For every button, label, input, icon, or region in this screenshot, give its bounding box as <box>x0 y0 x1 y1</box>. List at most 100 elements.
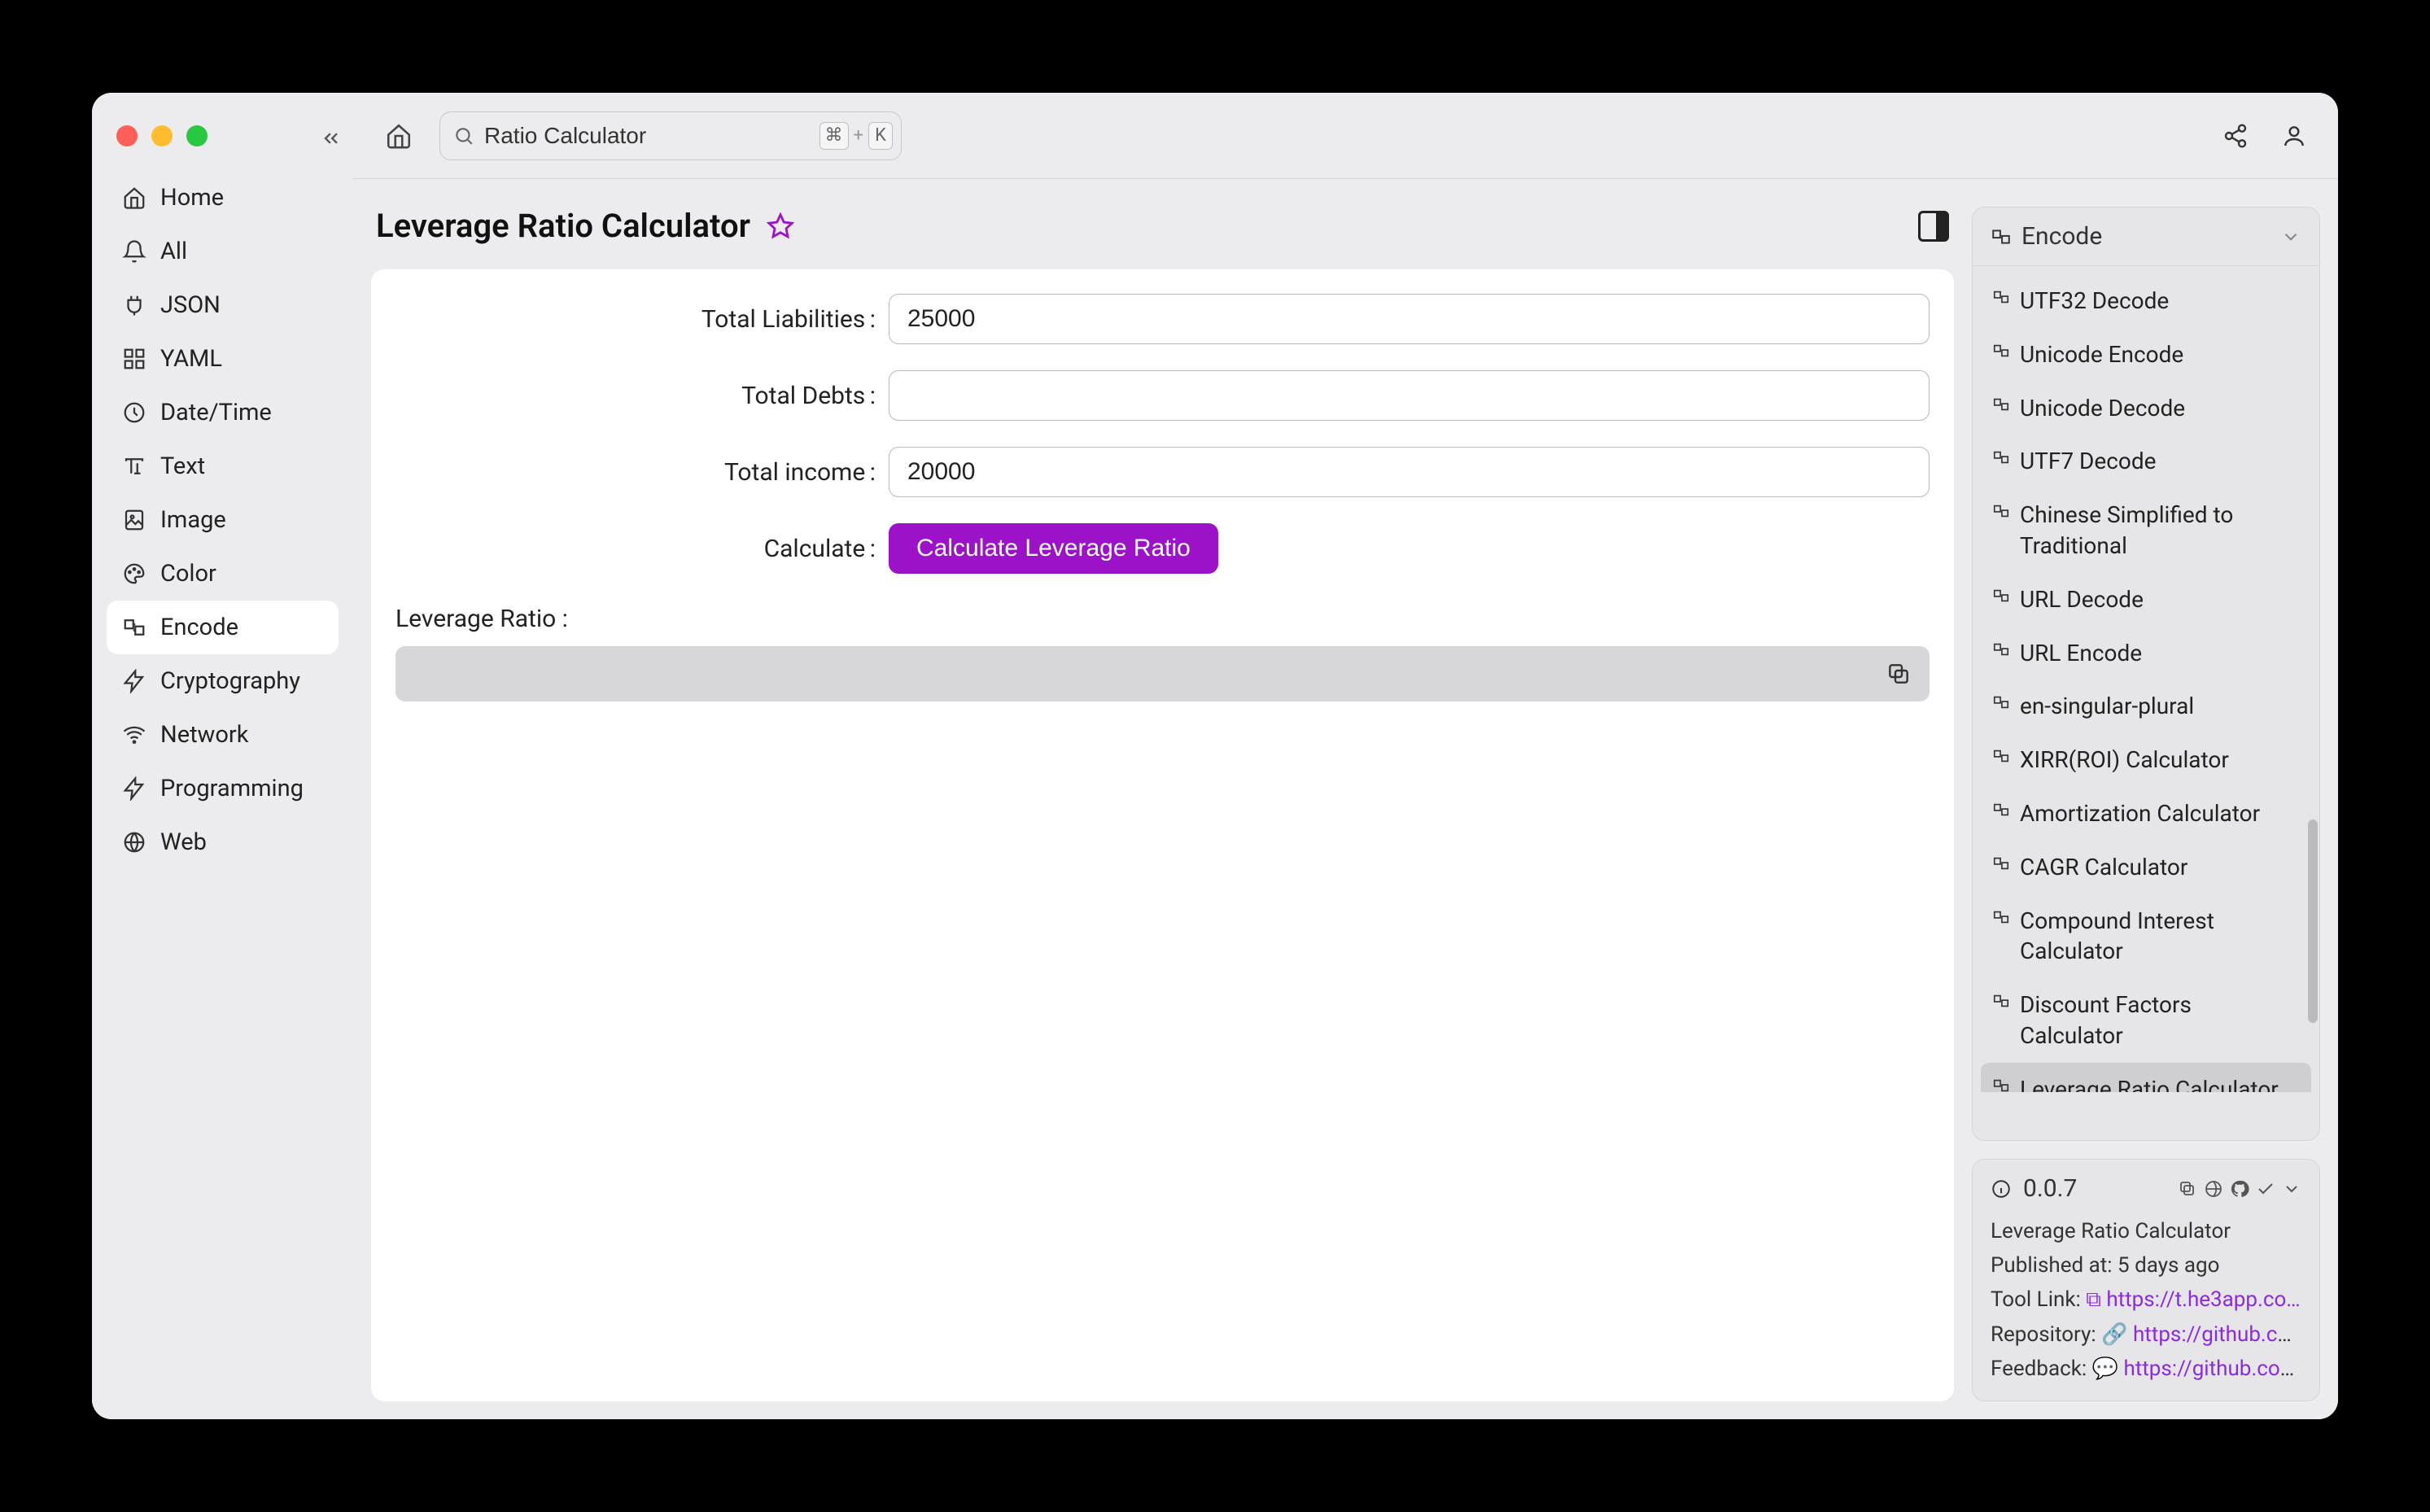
encode-icon <box>1991 226 2012 247</box>
type-icon <box>121 454 147 479</box>
tool-item-label: Amortization Calculator <box>2020 798 2260 829</box>
zap-icon <box>121 776 147 801</box>
tool-item-label: Chinese Simplified to Traditional <box>2020 500 2300 562</box>
nav-item-encode[interactable]: Encode <box>107 601 339 654</box>
nav-item-programming[interactable]: Programming <box>107 762 339 815</box>
toggle-right-panel-button[interactable] <box>1918 211 1949 242</box>
nav-label: All <box>160 238 187 265</box>
tool-item[interactable]: URL Encode <box>1981 627 2311 680</box>
encode-icon <box>1992 693 2010 711</box>
kbd-cmd: ⌘ <box>819 122 849 150</box>
favorite-button[interactable] <box>767 212 794 240</box>
grid-icon <box>121 347 147 371</box>
nav-item-network[interactable]: Network <box>107 708 339 762</box>
tool-item[interactable]: Unicode Encode <box>1981 328 2311 382</box>
main-area: ⌘ + K Leverage Ratio Calculator <box>353 93 2338 1419</box>
maximize-window-button[interactable] <box>186 125 208 146</box>
tool-item-label: CAGR Calculator <box>2020 852 2187 883</box>
nav-label: Web <box>160 828 207 856</box>
info-repository: Repository: 🔗 https://github.com… <box>1991 1318 2301 1352</box>
topbar: ⌘ + K <box>353 93 2338 179</box>
nav-item-image[interactable]: Image <box>107 493 339 547</box>
nav-item-home[interactable]: Home <box>107 171 339 225</box>
nav-item-json[interactable]: JSON <box>107 278 339 332</box>
tool-item[interactable]: UTF7 Decode <box>1981 435 2311 488</box>
minimize-window-button[interactable] <box>151 125 173 146</box>
chevron-down-icon[interactable] <box>2282 1179 2301 1199</box>
nav-label: Image <box>160 506 226 534</box>
nav-label: Text <box>160 452 205 480</box>
github-icon[interactable] <box>2230 1179 2249 1199</box>
close-window-button[interactable] <box>116 125 138 146</box>
input-total-income[interactable] <box>889 447 1930 497</box>
encode-icon <box>1992 587 2010 605</box>
nav-item-text[interactable]: Text <box>107 439 339 493</box>
tool-item[interactable]: XIRR(ROI) Calculator <box>1981 733 2311 787</box>
tool-item[interactable]: Amortization Calculator <box>1981 787 2311 841</box>
version-text: 0.0.7 <box>2023 1174 2077 1203</box>
share-button[interactable] <box>2216 116 2255 155</box>
tool-item-label: Unicode Encode <box>2020 339 2183 370</box>
tool-item-label: XIRR(ROI) Calculator <box>2020 745 2229 776</box>
tool-item-label: URL Decode <box>2020 584 2144 615</box>
tool-item[interactable]: CAGR Calculator <box>1981 841 2311 894</box>
encode-icon <box>1992 854 2010 872</box>
nav-item-datetime[interactable]: Date/Time <box>107 386 339 439</box>
tool-item[interactable]: Chinese Simplified to Traditional <box>1981 488 2311 573</box>
link-icon[interactable]: 🔗 <box>2101 1322 2127 1347</box>
tool-item[interactable]: Compound Interest Calculator <box>1981 894 2311 979</box>
label-calculate: Calculate <box>396 535 876 563</box>
input-total-debts[interactable] <box>889 370 1930 421</box>
tool-link[interactable]: https://t.he3app.co… <box>2106 1287 2300 1312</box>
tool-item[interactable]: Leverage Ratio Calculator <box>1981 1063 2311 1092</box>
nav-item-color[interactable]: Color <box>107 547 339 601</box>
repo-link[interactable]: https://github.com… <box>2133 1322 2301 1347</box>
form-card: Total Liabilities Total Debts Total inco… <box>371 269 1954 1401</box>
nav-item-cryptography[interactable]: Cryptography <box>107 654 339 708</box>
calculate-button[interactable]: Calculate Leverage Ratio <box>889 523 1218 574</box>
tool-item[interactable]: Discount Factors Calculator <box>1981 978 2311 1063</box>
center-column: Leverage Ratio Calculator Total Liabilit… <box>371 207 1954 1401</box>
window-controls <box>92 106 353 171</box>
plug-icon <box>121 293 147 317</box>
tool-item[interactable]: en-singular-plural <box>1981 680 2311 733</box>
page-header: Leverage Ratio Calculator <box>371 207 1954 256</box>
search-shortcut: ⌘ + K <box>819 122 893 150</box>
user-button[interactable] <box>2275 116 2314 155</box>
search-box[interactable]: ⌘ + K <box>439 111 902 160</box>
row-total-liabilities: Total Liabilities <box>396 294 1930 344</box>
collapse-sidebar-button[interactable] <box>320 127 343 150</box>
encode-icon <box>1992 1077 2010 1092</box>
home-button[interactable] <box>378 115 420 157</box>
nav-label: Date/Time <box>160 399 272 426</box>
globe-icon[interactable] <box>2204 1179 2223 1199</box>
tool-item[interactable]: URL Decode <box>1981 573 2311 627</box>
nav-item-web[interactable]: Web <box>107 815 339 869</box>
copy-icon[interactable] <box>2178 1179 2197 1199</box>
nav-item-yaml[interactable]: YAML <box>107 332 339 386</box>
feedback-link[interactable]: https://github.com/… <box>2123 1357 2301 1381</box>
row-total-income: Total income <box>396 447 1930 497</box>
nav-label: Network <box>160 721 248 749</box>
right-column: Encode UTF32 Decode Unicode Encode Unicode… <box>1972 207 2320 1401</box>
label-total-income: Total income <box>396 458 876 487</box>
copy-result-button[interactable] <box>1886 661 1912 687</box>
copy-link-icon[interactable]: ⧉ <box>2086 1287 2101 1312</box>
nav-item-all[interactable]: All <box>107 225 339 278</box>
encode-icon <box>121 615 147 640</box>
check-icon[interactable] <box>2256 1179 2275 1199</box>
kbd-k: K <box>868 122 893 150</box>
encode-icon <box>1992 908 2010 926</box>
scrollbar-thumb[interactable] <box>2308 819 2318 1023</box>
search-input[interactable] <box>484 123 810 149</box>
tool-item[interactable]: Unicode Decode <box>1981 382 2311 435</box>
tool-list[interactable]: UTF32 Decode Unicode Encode Unicode Decode… <box>1973 266 2319 1092</box>
chat-icon[interactable]: 💬 <box>2092 1357 2118 1381</box>
encode-icon <box>1992 502 2010 520</box>
tool-item[interactable]: UTF32 Decode <box>1981 274 2311 328</box>
input-total-liabilities[interactable] <box>889 294 1930 344</box>
encode-panel-header[interactable]: Encode <box>1973 208 2319 266</box>
app-window: Home All JSON YAML Date/Time Text <box>92 93 2338 1419</box>
encode-panel: Encode UTF32 Decode Unicode Encode Unicode… <box>1972 207 2320 1141</box>
encode-icon <box>1992 747 2010 765</box>
